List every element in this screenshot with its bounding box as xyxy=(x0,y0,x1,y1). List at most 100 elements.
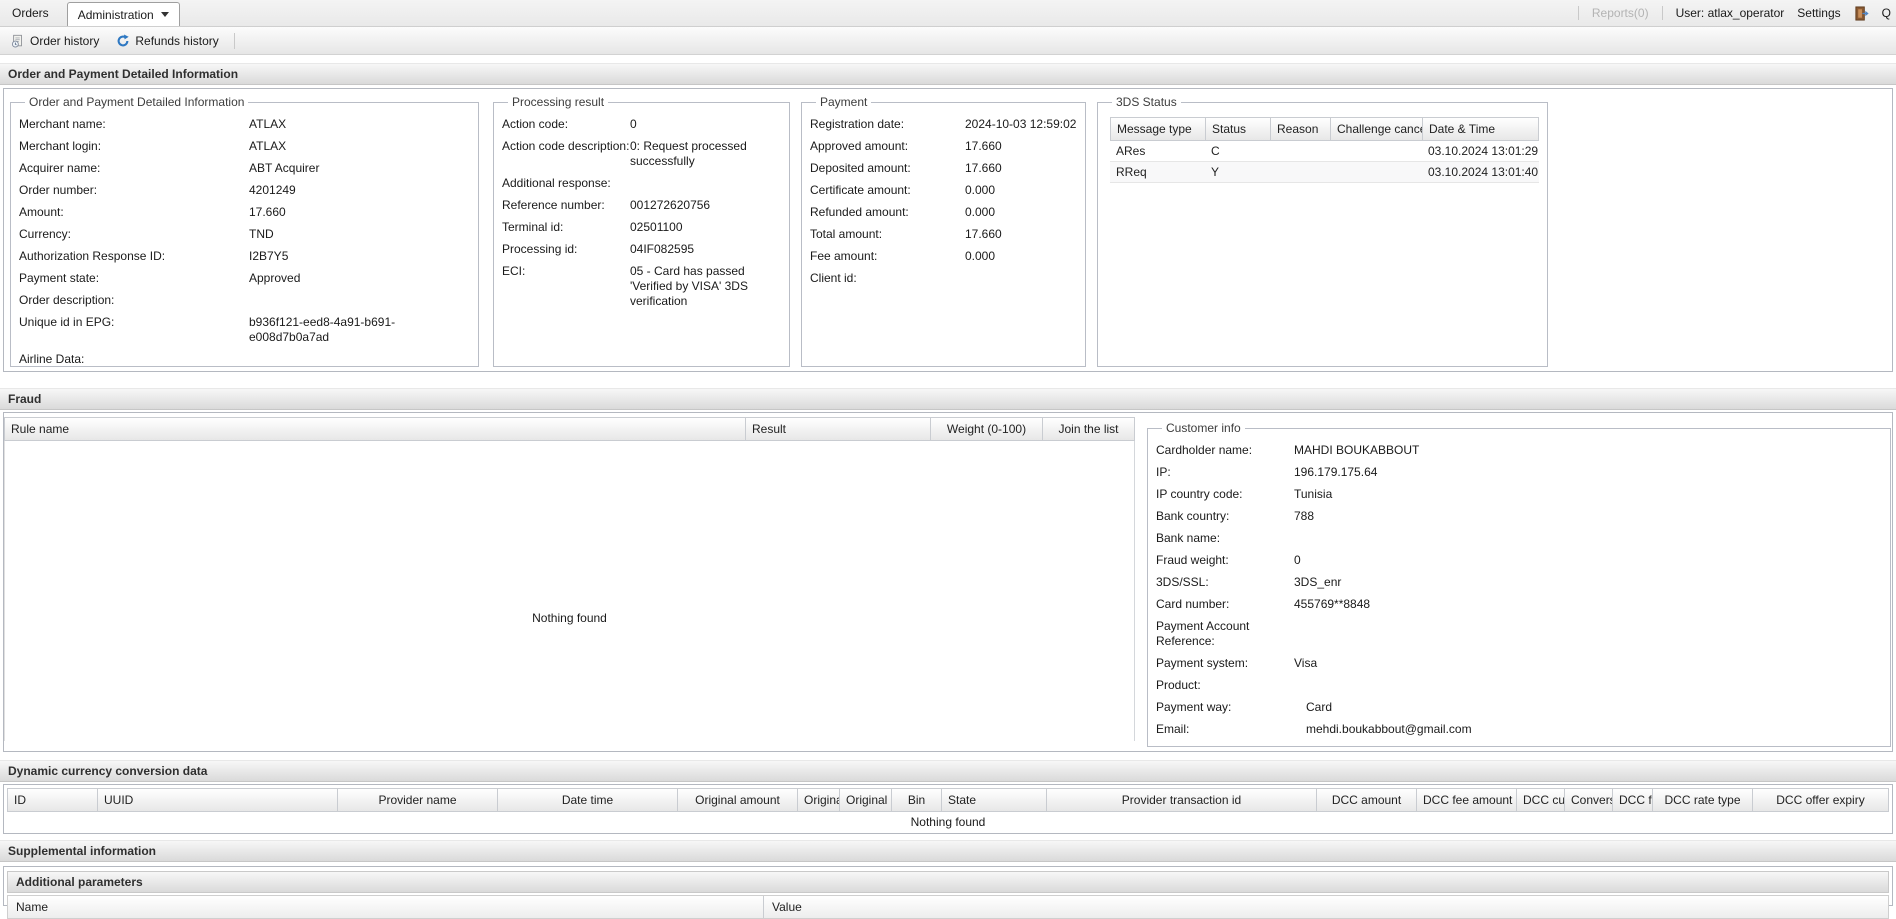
column-header[interactable]: DCC fee amount xyxy=(1417,789,1517,811)
field-value: 196.179.175.64 xyxy=(1294,465,1882,480)
field-value: 0.000 xyxy=(965,205,1077,220)
column-header[interactable]: DCC offer expiry xyxy=(1753,789,1888,811)
column-header[interactable]: Name xyxy=(8,896,764,918)
table-row[interactable]: ARes C 03.10.2024 13:01:29 xyxy=(1110,141,1539,162)
cell-challenge-cancel xyxy=(1330,162,1422,182)
column-header[interactable]: Original c xyxy=(840,789,892,811)
section-supplemental-header: Supplemental information xyxy=(0,840,1896,862)
field-value: ATLAX xyxy=(249,117,470,132)
column-header[interactable]: DCC curr xyxy=(1517,789,1565,811)
column-header[interactable]: State xyxy=(942,789,1047,811)
field-label: Fee amount: xyxy=(810,249,965,264)
customer-info-legend: Customer info xyxy=(1162,421,1245,435)
column-header[interactable]: Provider transaction id xyxy=(1047,789,1317,811)
field-label: Reference number: xyxy=(502,198,630,213)
field-value: MAHDI BOUKABBOUT xyxy=(1294,443,1882,458)
threeds-table: Message type Status Reason Challenge can… xyxy=(1110,117,1539,183)
topbar-right-cluster: Reports(0) User: atlax_operator Settings… xyxy=(1578,0,1896,26)
field-value: 2024-10-03 12:59:02 xyxy=(965,117,1077,132)
settings-link[interactable]: Settings xyxy=(1797,6,1840,20)
field-label: Total amount: xyxy=(810,227,965,242)
column-header[interactable]: ID xyxy=(8,789,98,811)
field-value: ABT Acquirer xyxy=(249,161,470,176)
column-header[interactable]: Message type xyxy=(1111,118,1206,140)
column-header[interactable]: DCC amount xyxy=(1317,789,1417,811)
refunds-history-button[interactable]: Refunds history xyxy=(110,31,223,50)
field-label: Payment Account Reference: xyxy=(1156,619,1294,649)
column-header[interactable]: Original amount xyxy=(678,789,798,811)
field-value: Card xyxy=(1294,700,1882,715)
cell-challenge-cancel xyxy=(1330,141,1422,161)
column-header[interactable]: Status xyxy=(1206,118,1271,140)
top-tab-bar: Orders Administration Reports(0) User: a… xyxy=(0,0,1896,27)
column-header[interactable]: Date time xyxy=(498,789,678,811)
field-value: 04IF082595 xyxy=(630,242,781,257)
column-header[interactable]: Bin xyxy=(892,789,942,811)
field-value: 3DS_enr xyxy=(1294,575,1882,590)
column-header[interactable]: DCC fee xyxy=(1613,789,1653,811)
threeds-table-header: Message type Status Reason Challenge can… xyxy=(1110,117,1539,141)
column-header[interactable]: Challenge cancel xyxy=(1331,118,1423,140)
column-header[interactable]: Result xyxy=(746,418,931,440)
field-value: 001272620756 xyxy=(630,198,781,213)
field-label: Bank name: xyxy=(1156,531,1294,546)
field-value xyxy=(249,352,470,367)
column-header[interactable]: Rule name xyxy=(5,418,746,440)
open-door-logout-icon[interactable] xyxy=(1854,6,1869,21)
column-header[interactable]: DCC rate type xyxy=(1653,789,1753,811)
reports-link[interactable]: Reports(0) xyxy=(1592,6,1649,20)
field-label: Merchant login: xyxy=(19,139,249,154)
fraud-empty-message: Nothing found xyxy=(5,611,1134,625)
cell-reason xyxy=(1270,162,1330,182)
cell-status: C xyxy=(1205,141,1270,161)
section-fraud-header: Fraud xyxy=(0,388,1896,410)
tab-orders[interactable]: Orders xyxy=(0,0,61,26)
field-value: Tunisia xyxy=(1294,487,1882,502)
order-history-button[interactable]: Order history xyxy=(5,31,104,50)
table-row[interactable]: RReq Y 03.10.2024 13:01:40 xyxy=(1110,162,1539,183)
payment-legend: Payment xyxy=(816,95,871,109)
tab-administration[interactable]: Administration xyxy=(67,2,180,26)
field-value: Approved xyxy=(249,271,470,286)
column-header[interactable]: Provider name xyxy=(338,789,498,811)
field-value: 0.000 xyxy=(965,249,1077,264)
field-label: Card number: xyxy=(1156,597,1294,612)
field-label: IP: xyxy=(1156,465,1294,480)
supplemental-panel: Additional parameters Name Value xyxy=(3,866,1893,906)
column-header[interactable]: Join the list xyxy=(1043,418,1134,440)
customer-info-fieldset: Customer info Cardholder name:MAHDI BOUK… xyxy=(1147,421,1891,747)
field-value xyxy=(249,293,470,308)
cell-status: Y xyxy=(1205,162,1270,182)
dcc-panel: ID UUID Provider name Date time Original… xyxy=(3,784,1893,834)
processing-result-fieldset: Processing result Action code:0 Action c… xyxy=(493,95,790,367)
field-label: Action code description: xyxy=(502,139,630,169)
column-header[interactable]: Weight (0-100) xyxy=(931,418,1043,440)
section-fraud-title: Fraud xyxy=(8,392,41,406)
field-value: 4201249 xyxy=(249,183,470,198)
field-label: Order number: xyxy=(19,183,249,198)
field-value xyxy=(1294,678,1882,693)
quit-link[interactable]: Q xyxy=(1882,6,1891,20)
field-value: 17.660 xyxy=(249,205,470,220)
field-value: 05 - Card has passed 'Verified by VISA' … xyxy=(630,264,781,309)
column-header[interactable]: Date & Time xyxy=(1423,118,1538,140)
order-details-page: { "topbar": { "tabs": { "orders": "Order… xyxy=(0,0,1896,902)
column-header[interactable]: Conversi xyxy=(1565,789,1613,811)
column-header[interactable]: Original f xyxy=(798,789,840,811)
field-label: Airline Data: xyxy=(19,352,249,367)
section-order-payment-title: Order and Payment Detailed Information xyxy=(8,67,238,81)
cell-datetime: 03.10.2024 13:01:29 xyxy=(1422,141,1539,161)
fraud-panel: Rule name Result Weight (0-100) Join the… xyxy=(3,412,1893,752)
column-header[interactable]: UUID xyxy=(98,789,338,811)
field-label: Payment way: xyxy=(1156,700,1294,715)
section-supplemental-title: Supplemental information xyxy=(8,844,156,858)
column-header[interactable]: Reason xyxy=(1271,118,1331,140)
field-value: ATLAX xyxy=(249,139,470,154)
column-header[interactable]: Value xyxy=(764,896,1888,918)
user-label: User: atlax_operator xyxy=(1676,6,1785,20)
field-value: 0 xyxy=(630,117,781,132)
field-value xyxy=(1294,619,1882,649)
field-value: 788 xyxy=(1294,509,1882,524)
field-label: Approved amount: xyxy=(810,139,965,154)
additional-parameters-table-header: Name Value xyxy=(7,895,1889,919)
